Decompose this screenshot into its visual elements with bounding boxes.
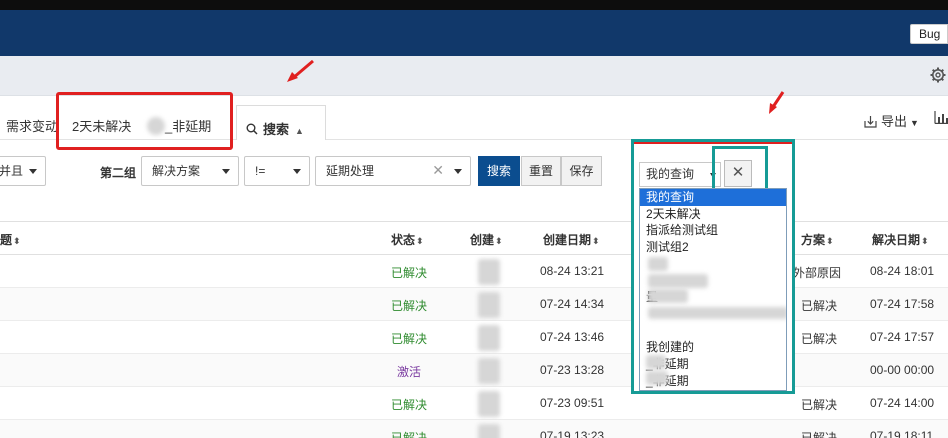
chevron-down-icon — [454, 169, 462, 174]
bar-chart-icon[interactable] — [934, 111, 948, 124]
sort-icon: ⬍ — [921, 236, 929, 246]
resolved-date-cell: 00-00 00:00 — [870, 363, 935, 377]
query-list-item[interactable]: 我创建的 — [640, 339, 786, 356]
table-row[interactable]: 激活 07-23 13:28 00-00 00:00 — [0, 354, 948, 387]
redacted-blur — [478, 424, 500, 438]
col-created-date[interactable]: 创建日期⬍ — [543, 231, 600, 248]
chevron-down-icon — [29, 169, 37, 174]
query-dropdown-panel: 我的查询 ✕ 我的查询2天未解决指派给测试组测试组2量我创建的_非延期_非延期 — [631, 139, 795, 394]
sort-icon: ⬍ — [495, 236, 503, 246]
query-list: 我的查询2天未解决指派给测试组测试组2量我创建的_非延期_非延期 — [639, 188, 787, 391]
bug-button[interactable]: Bug — [910, 24, 948, 44]
col-resolved-date[interactable]: 解决日期⬍ — [872, 231, 929, 248]
search-icon — [246, 123, 258, 135]
status-cell: 已解决 — [391, 332, 428, 346]
table-row[interactable]: 已解决 07-24 14:34 已解决 07-24 17:58 — [0, 288, 948, 321]
redacted-blur — [648, 274, 708, 288]
created-date-cell: 07-24 13:46 — [540, 330, 605, 344]
sort-icon: ⬍ — [826, 236, 834, 246]
redacted-blur — [648, 307, 786, 319]
resolved-date-cell: 07-24 14:00 — [870, 396, 935, 410]
chevron-down-icon: ▼ — [910, 118, 919, 128]
status-cell: 已解决 — [391, 431, 428, 438]
sort-icon: ⬍ — [592, 236, 600, 246]
query-list-item[interactable]: 指派给测试组 — [640, 222, 786, 239]
sort-icon: ⬍ — [13, 236, 21, 246]
my-query-select[interactable]: 我的查询 — [639, 162, 721, 187]
status-cell: 已解决 — [391, 266, 428, 280]
tab-requirement-change[interactable]: 需求变动 — [6, 116, 58, 135]
resolved-date-cell: 08-24 18:01 — [870, 264, 935, 278]
resolved-date-cell: 07-24 17:58 — [870, 297, 935, 311]
redacted-blur — [478, 292, 500, 318]
sort-icon: ⬍ — [416, 236, 424, 246]
col-status[interactable]: 状态⬍ — [391, 231, 424, 248]
value-select[interactable]: 延期处理 ✕ — [315, 156, 471, 186]
tab-search[interactable]: 搜索 ▲ — [236, 105, 326, 141]
redacted-blur — [648, 257, 668, 271]
redacted-blur — [478, 391, 500, 417]
annotation-arrow-icon — [769, 91, 785, 114]
created-date-cell: 07-24 14:34 — [540, 297, 605, 311]
clear-icon[interactable]: ✕ — [432, 163, 444, 177]
redacted-blur — [478, 325, 500, 351]
query-list-item[interactable]: 测试组2 — [640, 239, 786, 256]
redacted-blur — [646, 355, 666, 369]
created-date-cell: 07-19 13:23 — [540, 429, 605, 438]
top-strip — [0, 0, 948, 10]
created-date-cell: 07-23 09:51 — [540, 396, 605, 410]
save-button[interactable]: 保存 — [561, 156, 602, 186]
solution-cell: 已解决 — [801, 299, 838, 313]
table-row[interactable]: 已解决 07-24 13:46 已解决 07-24 17:57 — [0, 321, 948, 354]
second-group-label: 第二组 — [100, 166, 137, 180]
col-title[interactable]: 题⬍ — [0, 231, 21, 248]
resolved-date-cell: 07-24 17:57 — [870, 330, 935, 344]
annotation-arrow-icon — [287, 59, 314, 82]
status-cell: 激活 — [397, 365, 422, 379]
query-list-item[interactable]: 我的查询 — [640, 189, 786, 206]
resolved-date-cell: 07-19 18:11 — [870, 429, 934, 438]
redacted-blur — [478, 259, 500, 285]
export-icon — [864, 116, 877, 128]
created-date-cell: 08-24 13:21 — [540, 264, 605, 278]
redacted-blur — [478, 358, 500, 384]
solution-cell: 已解决 — [801, 431, 838, 438]
gear-icon[interactable] — [930, 67, 946, 83]
annotation-red-line — [634, 142, 792, 144]
chevron-down-icon — [293, 169, 301, 174]
created-date-cell: 07-23 13:28 — [540, 363, 605, 377]
table-body: 已解决 08-24 13:21 外部原因 08-24 18:01 已解决 07-24 14… — [0, 255, 948, 438]
query-list-item[interactable]: 2天未解决 — [640, 206, 786, 223]
sub-toolbar — [0, 56, 948, 96]
status-cell: 已解决 — [391, 299, 428, 313]
status-cell: 已解决 — [391, 398, 428, 412]
logic-select[interactable]: 并且 — [0, 156, 46, 186]
solution-cell: 已解决 — [801, 398, 838, 412]
annotation-red-box — [56, 92, 233, 150]
redacted-blur — [646, 371, 668, 385]
export-button[interactable]: 导出 ▼ — [864, 111, 919, 130]
chevron-up-icon: ▲ — [295, 126, 304, 136]
col-creator[interactable]: 创建⬍ — [470, 231, 503, 248]
redacted-blur — [648, 289, 688, 303]
solution-cell: 已解决 — [801, 332, 838, 346]
solution-cell: 外部原因 — [793, 266, 842, 280]
chevron-down-icon — [222, 169, 230, 174]
field-select[interactable]: 解决方案 — [141, 156, 239, 186]
app-header: Bug — [0, 10, 948, 56]
reset-button[interactable]: 重置 — [521, 156, 561, 186]
table-header: 题⬍ 状态⬍ 创建⬍ 创建日期⬍ 方案⬍ 解决日期⬍ — [0, 221, 948, 255]
col-solution[interactable]: 方案⬍ — [801, 231, 834, 248]
table-row[interactable]: 已解决 07-23 09:51 已解决 07-24 14:00 — [0, 387, 948, 420]
query-list-item[interactable] — [640, 323, 786, 340]
search-button[interactable]: 搜索 — [478, 156, 520, 186]
table-row[interactable]: 已解决 08-24 13:21 外部原因 08-24 18:01 — [0, 255, 948, 288]
table-row[interactable]: 已解决 07-19 13:23 已解决 07-19 18:11 — [0, 420, 948, 438]
operator-select[interactable]: != — [244, 156, 310, 186]
